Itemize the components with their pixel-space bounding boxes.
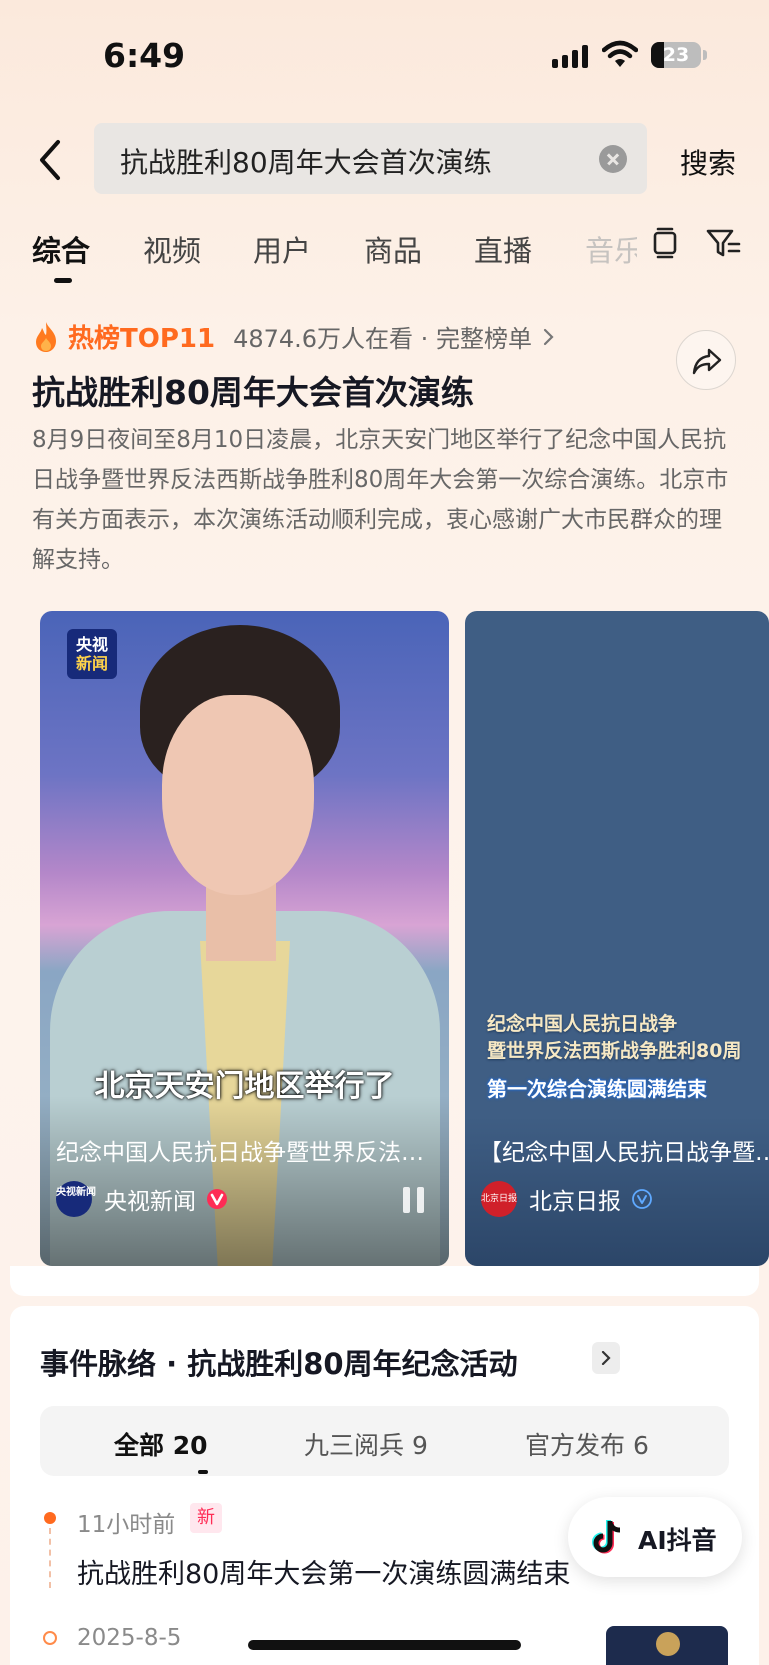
wifi-icon	[602, 40, 638, 67]
author-name[interactable]: 央视新闻	[104, 1182, 196, 1216]
home-indicator[interactable]	[248, 1640, 521, 1650]
event-more-button[interactable]	[592, 1342, 620, 1374]
filter-all[interactable]: 全部 20	[114, 1426, 208, 1462]
chevron-right-icon	[543, 328, 554, 345]
layout-toggle-icon[interactable]	[651, 226, 679, 260]
filter-indicator	[198, 1470, 208, 1474]
search-button[interactable]: 搜索	[680, 142, 736, 182]
event-filter-tabs: 全部 20 九三阅兵 9 官方发布 6	[40, 1406, 729, 1476]
tab-products[interactable]: 商品	[364, 228, 422, 270]
filter-official[interactable]: 官方发布 6	[525, 1426, 649, 1462]
video-author[interactable]: 央视新闻 央视新闻	[56, 1181, 228, 1217]
author-name[interactable]: 北京日报	[529, 1182, 621, 1216]
timeline-time: 11小时前	[77, 1512, 176, 1538]
flame-icon	[36, 321, 56, 352]
video-caption: 第一次综合演练圆满结束	[487, 1077, 707, 1101]
ai-douyin-button[interactable]: AI抖音	[568, 1497, 742, 1577]
share-button[interactable]	[676, 330, 736, 390]
timeline-thumbnail[interactable]	[606, 1626, 728, 1665]
hot-rank-label: 热榜TOP11	[68, 324, 216, 354]
timeline-line	[49, 1528, 51, 1588]
tab-live[interactable]: 直播	[474, 228, 532, 270]
pause-icon[interactable]	[403, 1187, 425, 1213]
verified-icon	[207, 1189, 227, 1209]
verified-icon	[632, 1189, 652, 1209]
result-tabs: 综合 视频 用户 商品 直播 音乐	[0, 222, 769, 283]
avatar[interactable]: 央视新闻	[56, 1181, 96, 1217]
topic-summary: 8月9日夜间至8月10日凌晨，北京天安门地区举行了纪念中国人民抗日战争暨世界反法…	[32, 427, 729, 573]
filter-icon[interactable]	[705, 226, 741, 260]
clear-icon[interactable]	[599, 145, 627, 173]
search-query[interactable]: 抗战胜利80周年大会首次演练	[120, 141, 492, 181]
new-badge: 新	[190, 1503, 222, 1533]
channel-logo: 央视 新闻	[67, 629, 117, 679]
tab-video[interactable]: 视频	[143, 228, 201, 270]
filter-parade[interactable]: 九三阅兵 9	[304, 1426, 428, 1462]
chevron-right-icon	[601, 1351, 611, 1365]
search-input[interactable]: 抗战胜利80周年大会首次演练	[94, 123, 647, 194]
ai-douyin-label: AI抖音	[638, 1526, 717, 1555]
tab-users[interactable]: 用户	[253, 228, 311, 270]
status-bar: 6:49 23	[0, 0, 769, 110]
timeline-dot	[43, 1631, 57, 1645]
video-title[interactable]: 纪念中国人民抗日战争暨世界反法西斯战争胜利80周年大会第一次综合演练	[56, 1133, 436, 1167]
timeline-dot	[44, 1512, 56, 1524]
tab-music[interactable]: 音乐	[585, 228, 637, 270]
back-arrow-icon[interactable]	[34, 138, 68, 182]
tab-all[interactable]: 综合	[32, 228, 90, 270]
timeline-time: 2025-8-5	[77, 1625, 182, 1651]
video-card[interactable]: 央视 新闻 北京天安门地区举行了 纪念中国人民抗日战争暨世界反法西斯战争胜利80…	[40, 611, 449, 1266]
section-divider	[10, 1266, 759, 1296]
event-timeline-title[interactable]: 事件脉络 · 抗战胜利80周年纪念活动	[40, 1341, 518, 1383]
video-caption: 北京天安门地区举行了	[94, 1069, 395, 1104]
cellular-signal-icon	[552, 44, 588, 68]
video-title[interactable]: 【纪念中国人民抗日战争暨世界反法西斯战争胜利80周年大会	[479, 1133, 769, 1167]
clock: 6:49	[103, 36, 186, 75]
battery-level: 23	[662, 44, 690, 66]
topic-title[interactable]: 抗战胜利80周年大会首次演练	[32, 366, 474, 414]
battery-icon: 23	[651, 42, 707, 68]
video-card[interactable]: 纪念中国人民抗日战争 暨世界反法西斯战争胜利80周 第一次综合演练圆满结束 【纪…	[465, 611, 769, 1266]
hot-viewers[interactable]: 4874.6万人在看 · 完整榜单	[233, 319, 532, 354]
tab-indicator	[54, 278, 72, 283]
share-icon	[692, 348, 722, 375]
douyin-logo-icon	[592, 1520, 621, 1554]
hot-list-row[interactable]: 热榜TOP11 4874.6万人在看 · 完整榜单	[32, 318, 554, 355]
video-overlay-text: 纪念中国人民抗日战争 暨世界反法西斯战争胜利80周	[487, 1013, 742, 1062]
video-author[interactable]: 北京日报 北京日报	[481, 1181, 653, 1217]
timeline-item[interactable]: 抗战胜利80周年大会第一次演练圆满结束	[77, 1552, 570, 1591]
avatar[interactable]: 北京日报	[481, 1181, 517, 1217]
